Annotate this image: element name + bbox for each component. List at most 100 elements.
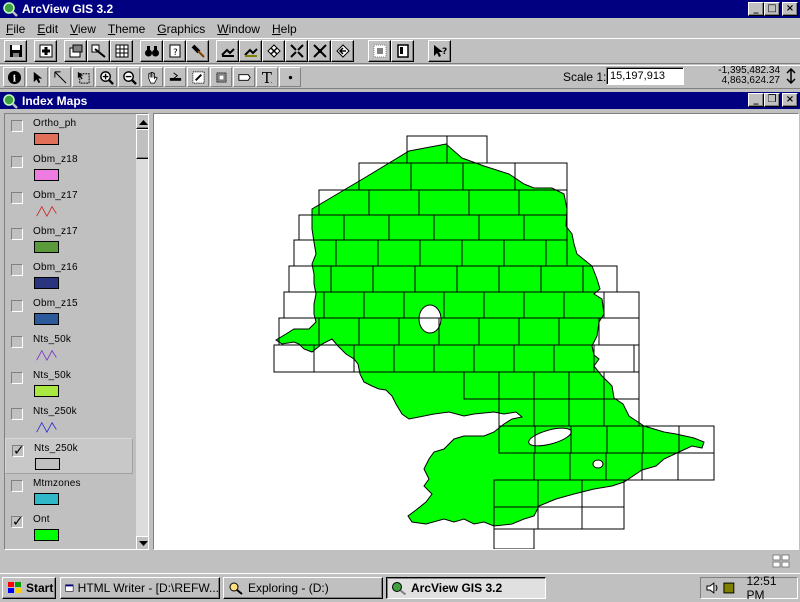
zoom-to-selected-button[interactable]	[331, 40, 354, 62]
line-symbol-swatch	[36, 205, 57, 217]
theme-entry[interactable]: ✓ Ont	[5, 510, 133, 546]
select-features-button[interactable]	[239, 40, 262, 62]
map-display[interactable]	[153, 113, 799, 550]
button-bar: ? ?	[0, 38, 800, 64]
view-window-title-bar[interactable]: Index Maps _ ❐ ×	[0, 92, 800, 109]
theme-visibility-checkbox[interactable]	[11, 336, 23, 348]
theme-entry[interactable]: ✓ Nts_250k	[5, 438, 133, 474]
hammer-button[interactable]	[186, 40, 209, 62]
theme-visibility-checkbox[interactable]	[11, 372, 23, 384]
theme-entry[interactable]: Nts_50k	[5, 330, 133, 366]
chart-grid-icon	[373, 44, 386, 58]
menu-view[interactable]: View	[64, 22, 102, 36]
lake-nipigon	[418, 304, 442, 334]
app-title-bar[interactable]: ArcView GIS 3.2 _ □ ×	[0, 0, 800, 18]
text-tool[interactable]: T.	[256, 67, 278, 87]
theme-entry[interactable]: Obm_z17	[5, 186, 133, 222]
zoom-out-tool[interactable]	[118, 67, 140, 87]
view-restore-button[interactable]: ❐	[764, 93, 780, 107]
find-button[interactable]	[140, 40, 163, 62]
map-canvas[interactable]	[154, 114, 799, 550]
info-icon: i	[7, 70, 21, 84]
theme-entry[interactable]: Obm_z17	[5, 222, 133, 258]
theme-visibility-checkbox[interactable]	[11, 264, 23, 276]
task-arcview[interactable]: ArcView GIS 3.2	[386, 577, 546, 599]
theme-entry[interactable]: Ortho_ph	[5, 114, 133, 150]
area-of-interest-tool[interactable]	[210, 67, 232, 87]
menu-graphics[interactable]: Graphics	[151, 22, 211, 36]
menu-edit[interactable]: Edit	[31, 22, 64, 36]
menu-window[interactable]: Window	[211, 22, 266, 36]
scroll-thumb[interactable]	[136, 129, 148, 159]
pan-tool[interactable]	[141, 67, 163, 87]
pointer-tool[interactable]	[26, 67, 48, 87]
theme-visibility-checkbox[interactable]	[11, 408, 23, 420]
select-by-theme-button[interactable]	[216, 40, 239, 62]
help-button[interactable]: ?	[428, 40, 451, 62]
theme-entry[interactable]: Mtmzones	[5, 474, 133, 510]
vertex-edit-tool[interactable]	[49, 67, 71, 87]
menu-theme[interactable]: Theme	[102, 22, 151, 36]
coordinate-arrows-icon	[786, 68, 796, 84]
query-builder-button[interactable]: ?	[163, 40, 186, 62]
task-exploring[interactable]: Exploring - (D:)	[223, 577, 383, 599]
hotlink-tool[interactable]	[187, 67, 209, 87]
minimize-button[interactable]: _	[748, 2, 764, 16]
open-table-button[interactable]	[110, 40, 133, 62]
save-project-button[interactable]	[4, 40, 27, 62]
close-button[interactable]: ×	[782, 2, 798, 16]
theme-visibility-checkbox[interactable]	[11, 120, 23, 132]
theme-entry[interactable]: Obm_z15	[5, 294, 133, 330]
arrow-pointer-icon	[33, 71, 42, 83]
zoom-to-full-extent-button[interactable]	[285, 40, 308, 62]
layout-button[interactable]	[391, 40, 414, 62]
table-icon	[115, 44, 128, 58]
theme-visibility-checkbox[interactable]	[11, 300, 23, 312]
task-html-writer[interactable]: HTML Writer - [D:\REFW...	[60, 577, 220, 599]
label-tool[interactable]	[233, 67, 255, 87]
zoom-in-tool[interactable]	[95, 67, 117, 87]
theme-entry[interactable]: Obm_z16	[5, 258, 133, 294]
theme-name: Mtmzones	[33, 478, 81, 489]
tray-app-icon[interactable]	[721, 580, 737, 596]
menu-file[interactable]: File	[0, 22, 31, 36]
theme-visibility-checkbox[interactable]: ✓	[11, 515, 24, 529]
identify-tool[interactable]: i	[3, 67, 25, 87]
theme-visibility-checkbox[interactable]: ✓	[12, 444, 25, 458]
menu-help[interactable]: Help	[266, 22, 303, 36]
theme-entry[interactable]: Nts_250k	[5, 402, 133, 438]
clear-selection-button[interactable]	[262, 40, 285, 62]
zoom-to-active-themes-button[interactable]	[308, 40, 331, 62]
theme-visibility-checkbox[interactable]	[11, 192, 23, 204]
theme-properties-button[interactable]	[64, 40, 87, 62]
scale-input[interactable]	[606, 67, 684, 85]
edit-legend-button[interactable]	[87, 40, 110, 62]
theme-visibility-checkbox[interactable]	[11, 228, 23, 240]
add-theme-icon	[39, 44, 52, 58]
add-theme-button[interactable]	[34, 40, 57, 62]
select-feature-tool[interactable]	[72, 67, 94, 87]
maximize-button[interactable]: □	[764, 2, 780, 16]
theme-entry[interactable]: Obm_z18	[5, 150, 133, 186]
theme-entry[interactable]: Nts_50k	[5, 366, 133, 402]
theme-name: Nts_250k	[33, 406, 77, 417]
draw-point-tool[interactable]	[279, 67, 301, 87]
measure-tool[interactable]	[164, 67, 186, 87]
view-minimize-button[interactable]: _	[748, 93, 764, 107]
clear-selection-icon	[266, 44, 281, 58]
theme-visibility-checkbox[interactable]	[11, 156, 23, 168]
legend-scrollbar[interactable]	[136, 114, 148, 549]
create-chart-button[interactable]	[368, 40, 391, 62]
start-button[interactable]: Start	[2, 577, 56, 599]
system-tray: 12:51 PM	[700, 574, 798, 602]
scroll-down-button[interactable]	[136, 536, 148, 549]
view-close-button[interactable]: ×	[782, 93, 798, 107]
speaker-icon[interactable]	[705, 580, 721, 596]
clock[interactable]: 12:51 PM	[746, 574, 797, 602]
scroll-up-button[interactable]	[136, 114, 148, 129]
fill-symbol-swatch	[34, 169, 59, 181]
theme-name: Nts_250k	[34, 443, 78, 454]
windows-logo-icon	[8, 582, 21, 593]
theme-visibility-checkbox[interactable]	[11, 480, 23, 492]
fill-symbol-swatch	[34, 241, 59, 253]
